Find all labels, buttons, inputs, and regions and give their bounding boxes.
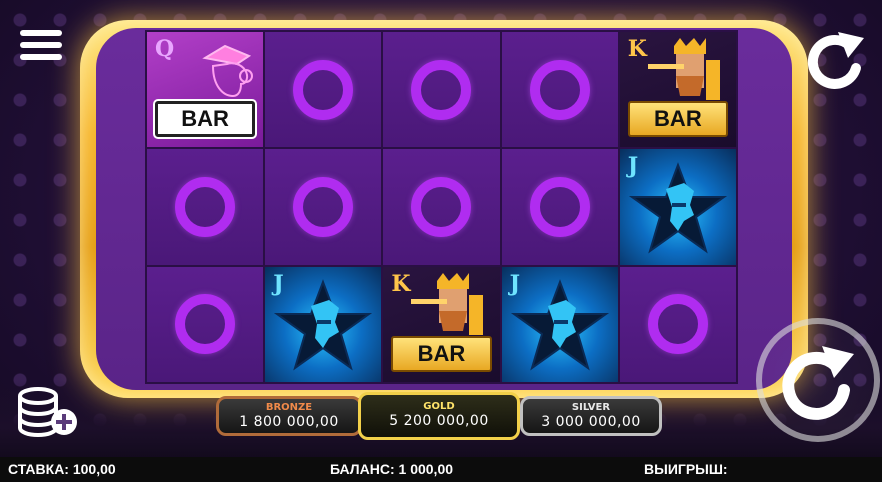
- symbol-letter: Q: [155, 36, 175, 62]
- win-label: ВЫИГРЫШ:: [644, 461, 728, 477]
- jackpot-name: SILVER: [571, 402, 611, 413]
- symbol-ring: [383, 149, 500, 265]
- ring-icon: [411, 59, 472, 120]
- jack-star-icon: [510, 279, 609, 371]
- spin-icon: [782, 346, 854, 420]
- symbol-ring: [265, 32, 382, 148]
- bet-label: СТАВКА: 100,00: [8, 461, 116, 477]
- symbol-letter: J: [273, 270, 284, 297]
- hamburger-icon[interactable]: [20, 30, 62, 70]
- bar-plate: BAR: [155, 101, 256, 138]
- menu-bar: [20, 30, 62, 36]
- ring-icon: [529, 59, 590, 120]
- symbol-ring: [501, 149, 618, 265]
- jackpot-silver: SILVER 3 000 000,00: [520, 396, 662, 436]
- jackpot-name: BRONZE: [265, 402, 313, 413]
- menu-bar: [20, 42, 62, 48]
- ring-icon: [411, 176, 472, 237]
- balance-label: БАЛАНС: 1 000,00: [330, 461, 454, 477]
- symbol-ring: [501, 32, 618, 148]
- symbol-ring: [265, 149, 382, 265]
- status-bar: СТАВКА: 100,00 БАЛАНС: 1 000,00 ВЫИГРЫШ:: [0, 457, 882, 482]
- menu-bar: [20, 54, 62, 60]
- ring-icon: [293, 176, 354, 237]
- ring-icon: [529, 176, 590, 237]
- king-portrait-icon: [647, 38, 720, 100]
- symbol-ring: [147, 266, 264, 382]
- jackpot-gold: GOLD 5 200 000,00: [358, 392, 520, 440]
- symbol-king-bar: K BAR: [619, 32, 736, 148]
- refresh-icon[interactable]: [806, 28, 866, 92]
- ring-icon: [175, 176, 236, 237]
- reel-grid: Q BAR K BAR J J K BAR J: [145, 30, 738, 384]
- symbol-ring: [619, 266, 736, 382]
- symbol-ring: [147, 149, 264, 265]
- ring-icon: [293, 59, 354, 120]
- coins-plus-icon[interactable]: [18, 386, 80, 438]
- symbol-ring: [383, 32, 500, 148]
- jackpot-value: 5 200 000,00: [389, 413, 489, 429]
- symbol-king-bar: K BAR: [383, 266, 500, 382]
- symbol-letter: J: [509, 270, 521, 297]
- symbol-jack-star: J: [501, 266, 618, 382]
- ring-icon: [175, 294, 236, 355]
- king-portrait-icon: [411, 272, 484, 335]
- symbol-jack-star: J: [619, 149, 736, 265]
- bar-plate: BAR: [391, 336, 492, 372]
- symbol-jack-star: J: [265, 266, 382, 382]
- jackpot-value: 3 000 000,00: [541, 414, 641, 430]
- symbol-queen-bar: Q BAR: [147, 32, 264, 148]
- jackpot-bronze: BRONZE 1 800 000,00: [216, 396, 362, 436]
- jack-star-icon: [628, 162, 728, 254]
- jackpot-panel: BRONZE 1 800 000,00 SILVER 3 000 000,00 …: [210, 392, 665, 440]
- symbol-letter: J: [627, 153, 639, 180]
- ring-icon: [647, 294, 708, 355]
- bar-plate: BAR: [627, 101, 728, 138]
- jackpot-value: 1 800 000,00: [239, 414, 339, 430]
- spin-button[interactable]: [756, 318, 880, 442]
- queen-portrait-icon: [202, 44, 253, 98]
- jack-star-icon: [274, 279, 373, 371]
- jackpot-name: GOLD: [423, 401, 455, 412]
